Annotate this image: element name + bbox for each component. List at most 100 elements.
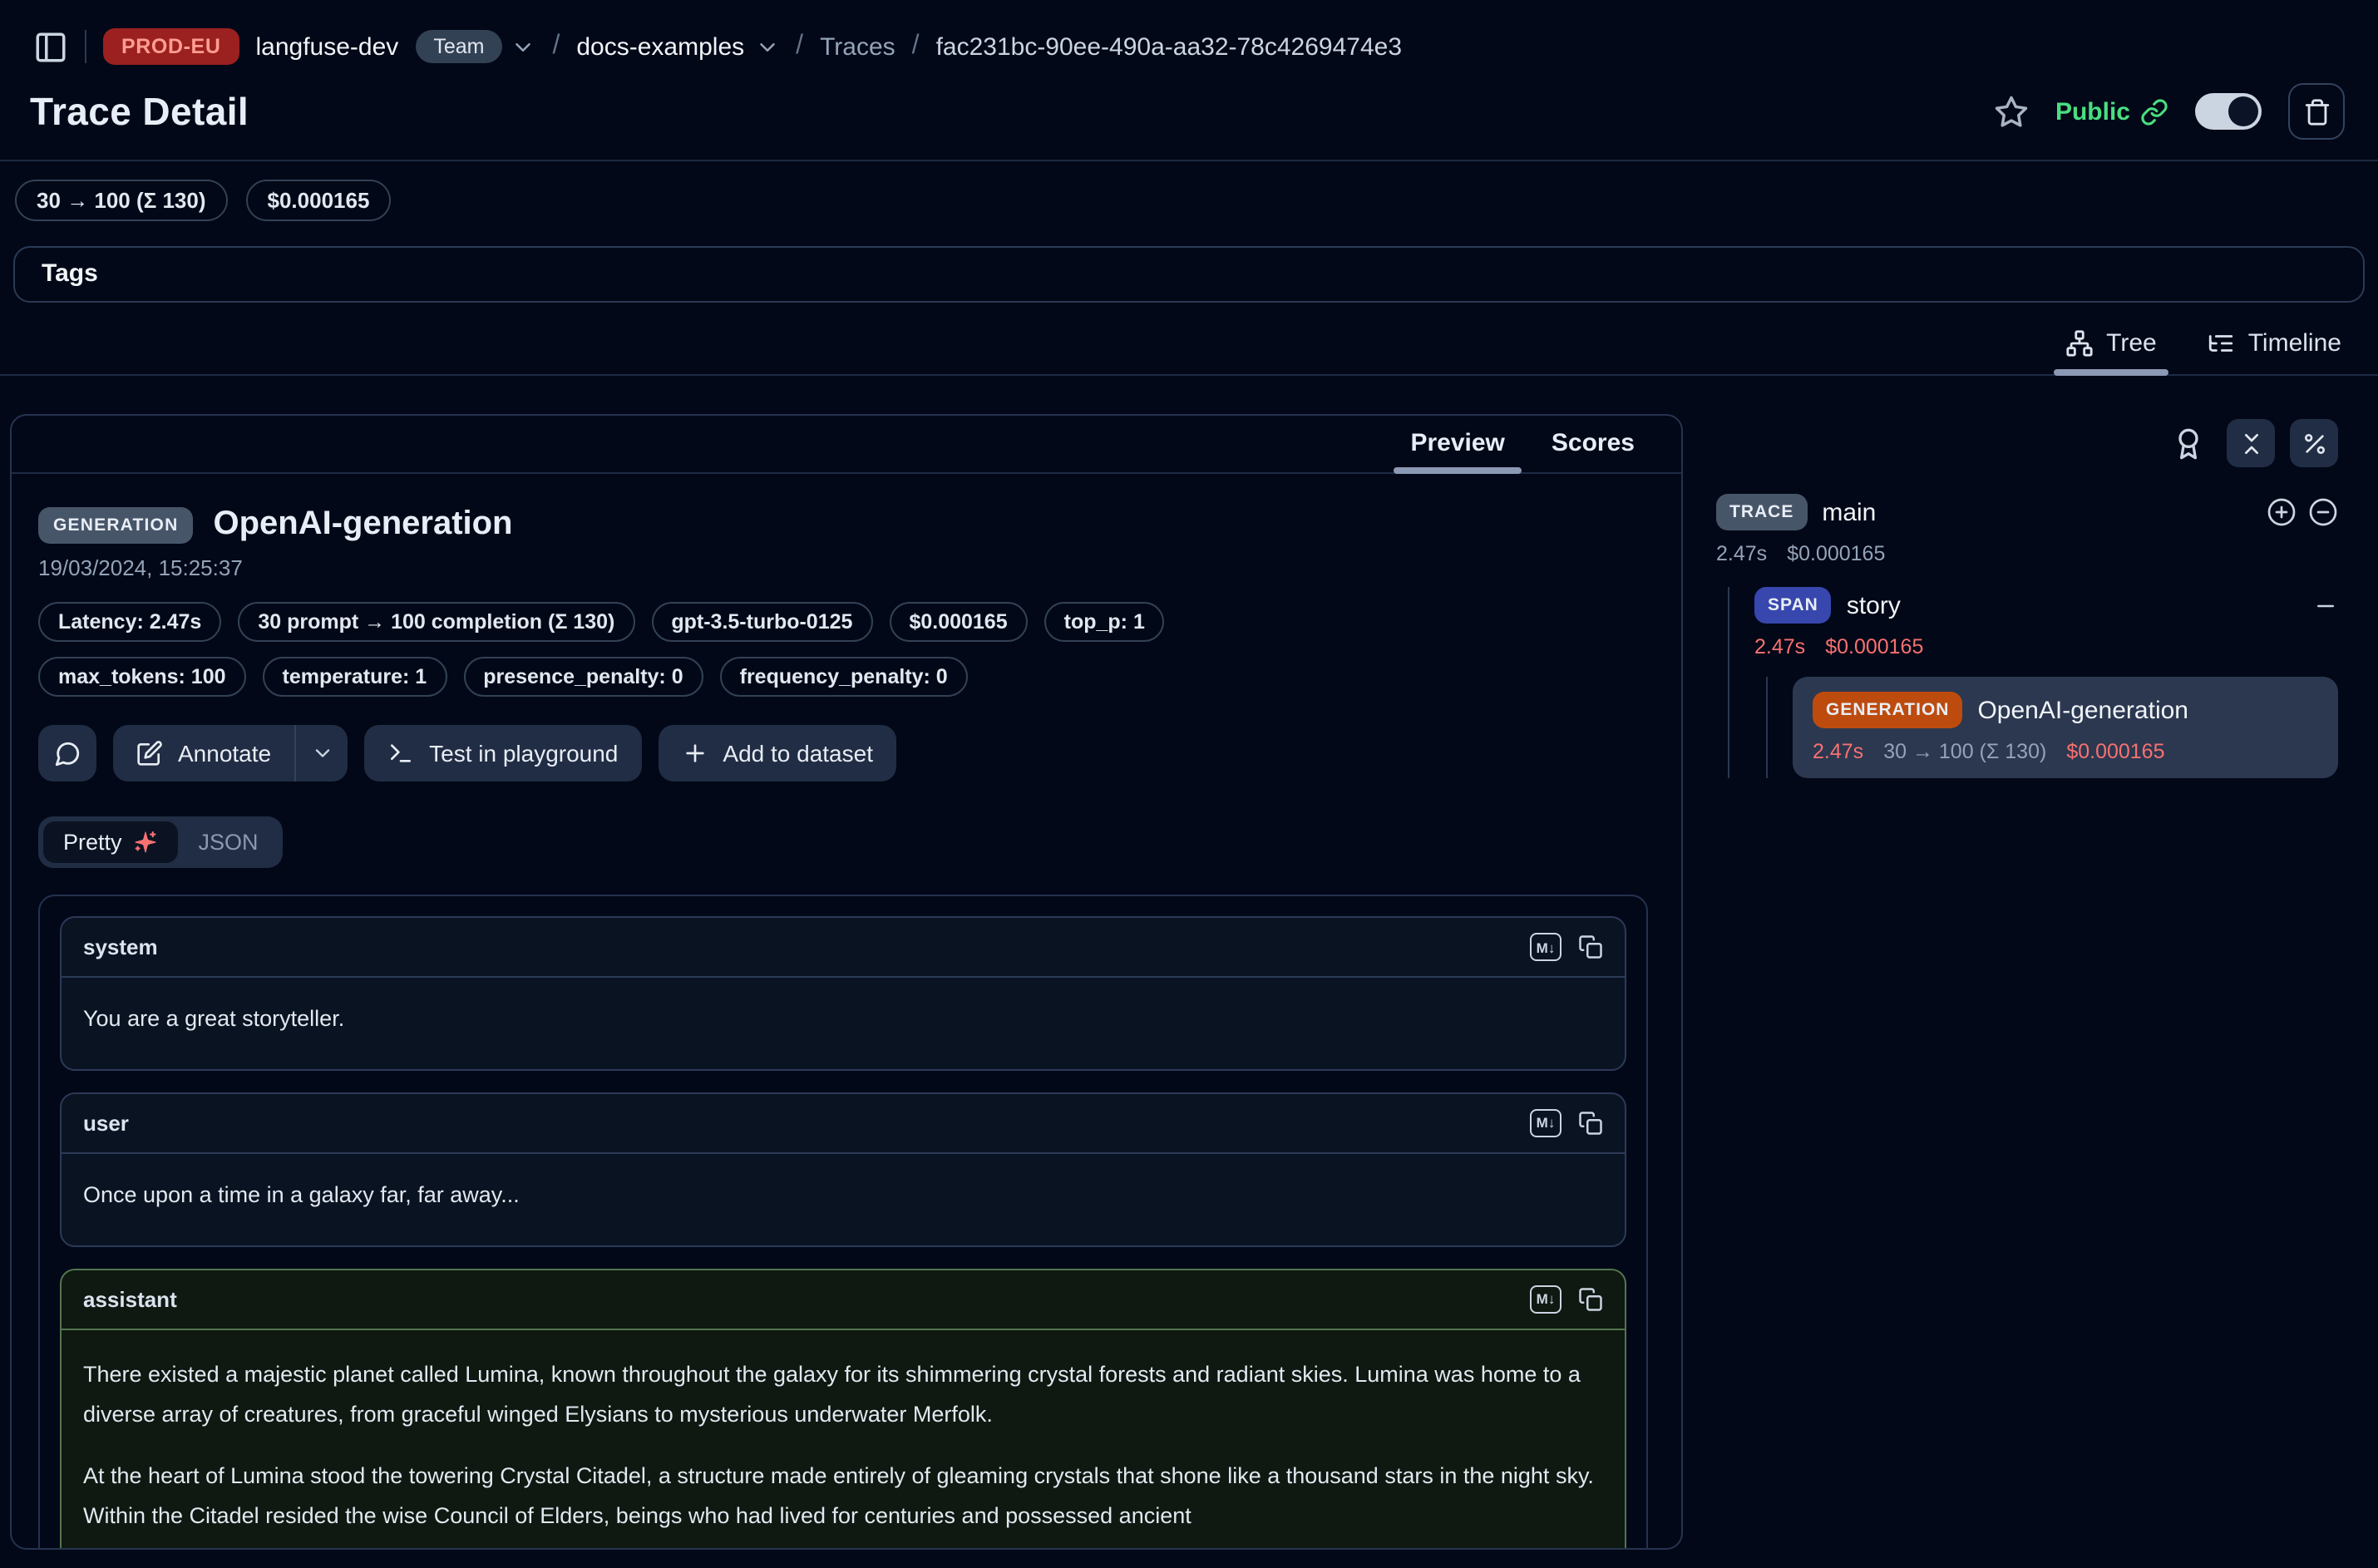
span-latency: 2.47s [1754, 635, 1805, 658]
generation-tokens: 30 → 100 (Σ 130) [1883, 740, 2046, 763]
tab-scores[interactable]: Scores [1552, 429, 1635, 457]
trace-cost: $0.000165 [1787, 542, 1885, 565]
trace-badge: TRACE [1716, 494, 1807, 530]
chevron-down-icon [310, 742, 333, 765]
markdown-toggle-icon[interactable]: M↓ [1530, 1285, 1561, 1314]
collapse-node-icon[interactable] [2313, 593, 2338, 618]
breadcrumb-trace-id: fac231bc-90ee-490a-aa32-78c4269474e3 [936, 32, 1402, 61]
trace-token-badge: 30 → 100 (Σ 130) [15, 180, 228, 221]
breadcrumb: PROD-EU langfuse-dev Team / docs-example… [0, 0, 2378, 67]
top-p-badge: top_p: 1 [1044, 602, 1165, 642]
token-usage-badge: 30 prompt → 100 completion (Σ 130) [238, 602, 634, 642]
assistant-paragraph-2: At the heart of Lumina stood the towerin… [83, 1457, 1603, 1536]
annotate-split-button: Annotate [113, 725, 348, 782]
observation-meta-badges: Latency: 2.47s 30 prompt → 100 completio… [38, 602, 1335, 697]
collapse-all-icon[interactable] [2308, 497, 2338, 527]
copy-icon[interactable] [1578, 1287, 1603, 1312]
message-content: Once upon a time in a galaxy far, far aw… [62, 1154, 1625, 1245]
scores-award-button[interactable] [2172, 427, 2205, 460]
collapse-all-button[interactable] [2227, 419, 2275, 467]
tree-node-span[interactable]: SPAN story [1754, 587, 2338, 624]
annotate-dropdown-button[interactable] [296, 725, 348, 782]
page-title: Trace Detail [30, 89, 249, 134]
message-content: You are a great storyteller. [62, 978, 1625, 1069]
chevron-down-icon [511, 34, 535, 59]
tab-timeline[interactable]: Timeline [2207, 329, 2341, 357]
test-in-playground-button[interactable]: Test in playground [364, 725, 641, 782]
tree-icon [2065, 329, 2093, 357]
breadcrumb-org[interactable]: langfuse-dev [256, 32, 399, 61]
tree-node-trace[interactable]: TRACE main [1716, 494, 2338, 530]
message-system: system M↓ You are a great storyteller. [60, 916, 1626, 1071]
pen-square-icon [136, 740, 163, 767]
generation-latency: 2.47s [1813, 740, 1863, 763]
presence-penalty-badge: presence_penalty: 0 [463, 657, 703, 697]
delete-trace-button[interactable] [2288, 83, 2345, 140]
markdown-toggle-icon[interactable]: M↓ [1530, 1109, 1561, 1137]
panel-tabs: Preview Scores [12, 416, 1681, 474]
generation-badge: GENERATION [1813, 692, 1962, 728]
comment-button[interactable] [38, 725, 96, 782]
message-role-label: user [83, 1111, 129, 1136]
message-content: There existed a majestic planet called L… [62, 1330, 1625, 1550]
latency-badge: Latency: 2.47s [38, 602, 221, 642]
trace-tree: TRACE main 2.47s $0.000165 [1716, 494, 2338, 778]
trace-tree-panel: TRACE main 2.47s $0.000165 [1709, 414, 2368, 778]
assistant-paragraph-1: There existed a majestic planet called L… [83, 1355, 1603, 1435]
temperature-badge: temperature: 1 [263, 657, 447, 697]
message-user: user M↓ Once upon a time in a galaxy far… [60, 1092, 1626, 1247]
bookmark-star-button[interactable] [1994, 94, 2029, 129]
messages-container: system M↓ You are a great storyteller. [38, 895, 1648, 1550]
sparkles-icon [134, 830, 159, 855]
org-plan-selector[interactable]: Team [415, 30, 535, 63]
cost-badge: $0.000165 [889, 602, 1027, 642]
trash-icon [2302, 97, 2331, 126]
trace-name: main [1822, 498, 1876, 526]
observation-type-badge: GENERATION [38, 506, 193, 543]
org-plan-badge: Team [415, 30, 502, 63]
markdown-toggle-icon[interactable]: M↓ [1530, 933, 1561, 961]
comment-icon [53, 739, 81, 767]
public-toggle[interactable] [2195, 93, 2262, 130]
observation-card: Preview Scores GENERATION OpenAI-generat… [10, 414, 1683, 1550]
tree-node-generation-selected[interactable]: GENERATION OpenAI-generation 2.47s 30 → … [1793, 677, 2338, 778]
span-children: GENERATION OpenAI-generation 2.47s 30 → … [1766, 677, 2338, 778]
trace-metrics: 2.47s $0.000165 [1716, 542, 2338, 565]
toggle-metrics-button[interactable] [2290, 419, 2338, 467]
tab-tree[interactable]: Tree [2065, 329, 2157, 357]
add-to-dataset-button[interactable]: Add to dataset [658, 725, 896, 782]
tree-toolbar [1716, 419, 2338, 467]
max-tokens-badge: max_tokens: 100 [38, 657, 246, 697]
format-json-segment[interactable]: JSON [179, 821, 279, 863]
panel-left-icon [33, 29, 68, 64]
breadcrumb-project[interactable]: docs-examples [576, 32, 779, 61]
tags-container[interactable]: Tags [13, 246, 2365, 303]
main-content: Preview Scores GENERATION OpenAI-generat… [0, 376, 2378, 1550]
format-pretty-segment[interactable]: Pretty [43, 821, 179, 863]
frequency-penalty-badge: frequency_penalty: 0 [720, 657, 968, 697]
copy-icon[interactable] [1578, 1111, 1603, 1136]
message-assistant: assistant M↓ There existed a majestic pl… [60, 1269, 1626, 1550]
breadcrumb-separator: / [912, 32, 920, 62]
expand-all-icon[interactable] [2267, 497, 2297, 527]
observation-title: OpenAI-generation [213, 505, 512, 544]
tab-preview[interactable]: Preview [1410, 429, 1504, 457]
annotate-button[interactable]: Annotate [113, 725, 294, 782]
copy-icon[interactable] [1578, 934, 1603, 959]
model-badge: gpt-3.5-turbo-0125 [651, 602, 872, 642]
sidebar-toggle-button[interactable] [33, 29, 68, 64]
public-label: Public [2055, 97, 2130, 126]
terminal-icon [387, 740, 414, 767]
trace-detail-page: PROD-EU langfuse-dev Team / docs-example… [0, 0, 2378, 1568]
span-badge: SPAN [1754, 587, 1832, 624]
page-header: Trace Detail Public [0, 67, 2378, 140]
span-metrics: 2.47s $0.000165 [1754, 635, 2338, 658]
topbar-divider [85, 30, 86, 63]
environment-badge: PROD-EU [103, 28, 239, 65]
breadcrumb-separator: / [796, 32, 803, 62]
trace-badges: 30 → 100 (Σ 130) $0.000165 [0, 161, 2378, 221]
public-link[interactable]: Public [2055, 97, 2168, 126]
timeline-icon [2207, 329, 2235, 357]
link-icon [2140, 97, 2168, 126]
breadcrumb-traces[interactable]: Traces [820, 32, 895, 61]
